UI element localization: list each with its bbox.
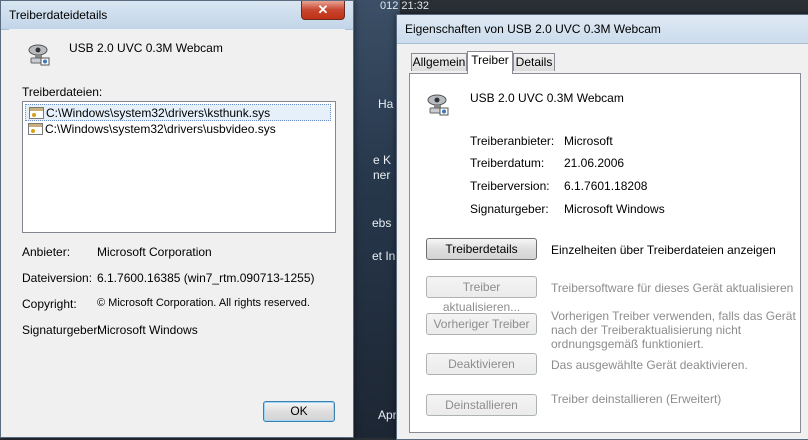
file-version-value: 6.1.7600.16385 (win7_rtm.090713-1255) — [97, 271, 315, 285]
webcam-icon — [427, 94, 449, 116]
uninstall-driver-button[interactable]: Deinstallieren — [426, 394, 537, 416]
background-text-fragment: Ha — [378, 97, 394, 111]
rollback-driver-description-line: nach der Treiberaktualisierung nicht — [551, 323, 742, 337]
copyright-label: Copyright: — [22, 297, 77, 311]
driver-file-icon — [28, 123, 43, 135]
uninstall-driver-description: Treiber deinstallieren (Erweitert) — [551, 392, 722, 406]
rollback-driver-description-line: ordnungsgemäß funktioniert. — [551, 337, 704, 351]
driver-date-label: Treiberdatum: — [470, 156, 545, 170]
update-driver-button[interactable]: Treiber aktualisieren... — [426, 276, 537, 314]
driver-details-button[interactable]: Treiberdetails — [426, 238, 537, 260]
background-text-fragment: ebs — [372, 216, 392, 230]
dialog-title: Treiberdateidetails — [9, 8, 108, 22]
list-item[interactable]: C:\Windows\system32\drivers\ksthunk.sys — [25, 104, 331, 121]
driver-tab-panel: USB 2.0 UVC 0.3M Webcam Treiberanbieter:… — [409, 73, 801, 433]
device-name: USB 2.0 UVC 0.3M Webcam — [470, 91, 624, 105]
signer-label: Signaturgeber: — [22, 323, 101, 337]
title-bar[interactable]: Treiberdateidetails ✕ — [1, 1, 353, 30]
driver-details-description: Einzelheiten über Treiberdateien anzeige… — [551, 243, 776, 257]
rollback-driver-description-line: Vorherigen Treiber verwenden, falls das … — [551, 309, 796, 323]
close-icon: ✕ — [317, 2, 329, 17]
background-text-fragment: et In — [372, 249, 396, 263]
background-text-fragment: ner — [373, 168, 391, 182]
background-text-fragment: e K — [373, 153, 392, 167]
disable-device-description: Das ausgewählte Gerät deaktivieren. — [551, 358, 748, 372]
driver-files-list[interactable]: C:\Windows\system32\drivers\ksthunk.sys … — [22, 101, 336, 233]
disable-device-button[interactable]: Deaktivieren — [426, 353, 537, 375]
driver-provider-value: Microsoft — [564, 134, 613, 148]
dialog-title: Eigenschaften von USB 2.0 UVC 0.3M Webca… — [405, 22, 661, 36]
driver-signer-label: Signaturgeber: — [470, 202, 549, 216]
rollback-driver-button[interactable]: Vorheriger Treiber — [426, 313, 537, 335]
list-item[interactable]: C:\Windows\system32\drivers\usbvideo.sys — [25, 121, 331, 138]
webcam-icon — [28, 44, 50, 66]
device-name: USB 2.0 UVC 0.3M Webcam — [69, 41, 223, 55]
signer-value: Microsoft Windows — [97, 323, 198, 337]
title-bar[interactable]: Eigenschaften von USB 2.0 UVC 0.3M Webca… — [397, 15, 808, 44]
file-path: C:\Windows\system32\drivers\usbvideo.sys — [45, 122, 276, 136]
provider-label: Anbieter: — [22, 245, 71, 259]
driver-date-value: 21.06.2006 — [564, 156, 625, 170]
copyright-value: © Microsoft Corporation. All rights rese… — [97, 297, 310, 309]
driver-file-details-dialog: Treiberdateidetails ✕ USB 2.0 UVC 0.3M W… — [0, 0, 354, 438]
tab-driver[interactable]: Treiber — [467, 51, 513, 74]
tab-general[interactable]: Allgemein — [411, 53, 467, 71]
dialog-content: USB 2.0 UVC 0.3M Webcam Treiberdateien: … — [9, 29, 345, 429]
tab-details[interactable]: Details — [513, 53, 555, 71]
provider-value: Microsoft Corporation — [97, 245, 212, 259]
close-button[interactable]: ✕ — [301, 1, 345, 20]
device-properties-dialog: Eigenschaften von USB 2.0 UVC 0.3M Webca… — [396, 14, 808, 440]
driver-file-icon — [29, 107, 44, 119]
background-clock: 012 21:32 — [380, 0, 429, 12]
file-version-label: Dateiversion: — [22, 271, 93, 285]
driver-provider-label: Treiberanbieter: — [470, 134, 555, 148]
driver-signer-value: Microsoft Windows — [564, 202, 665, 216]
file-path: C:\Windows\system32\drivers\ksthunk.sys — [46, 106, 271, 120]
files-label: Treiberdateien: — [22, 85, 103, 99]
background-text-fragment: Apr — [378, 408, 397, 422]
update-driver-description: Treibersoftware für dieses Gerät aktuali… — [551, 281, 794, 295]
ok-button[interactable]: OK — [263, 401, 335, 422]
driver-version-value: 6.1.7601.18208 — [564, 179, 648, 193]
driver-version-label: Treiberversion: — [470, 179, 550, 193]
